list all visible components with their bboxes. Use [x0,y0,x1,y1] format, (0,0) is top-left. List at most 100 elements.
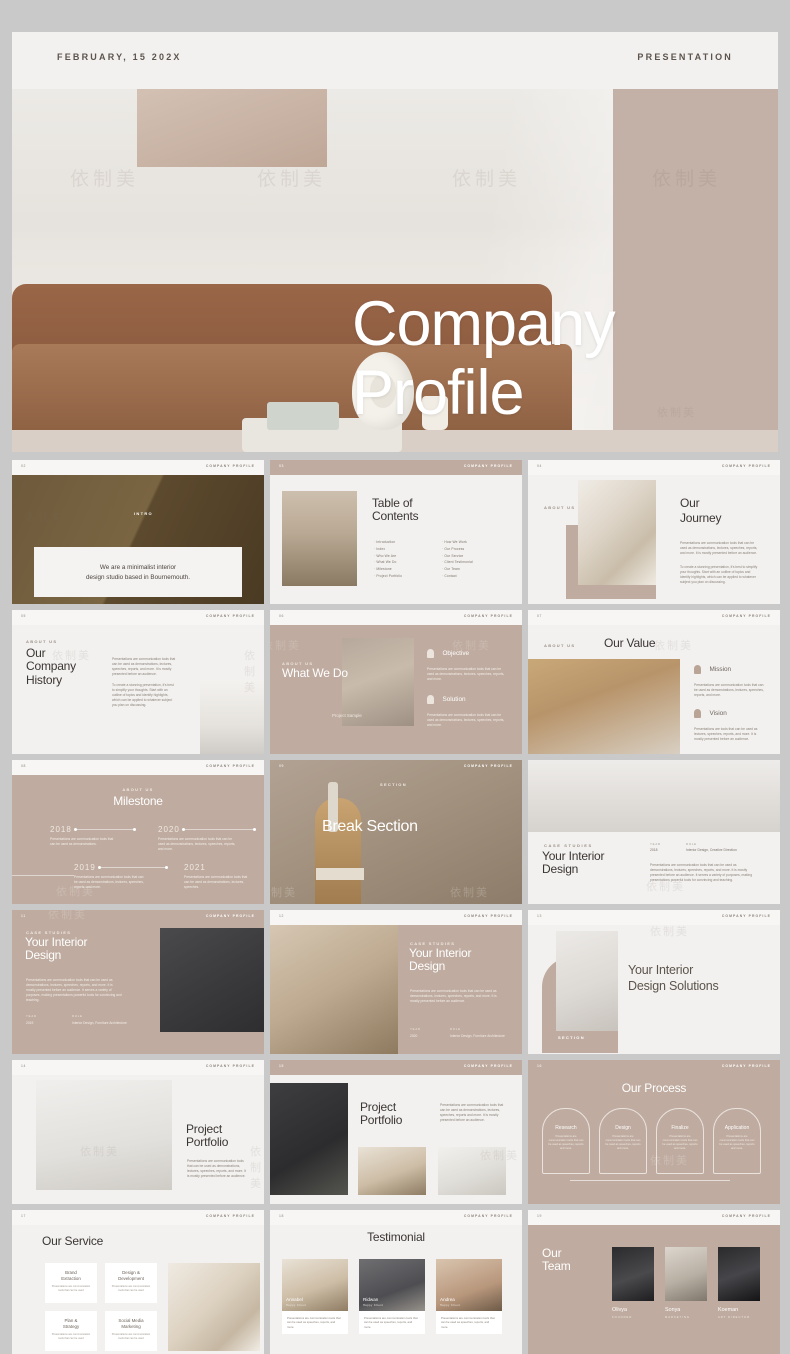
slide-number: 18 [279,1214,284,1218]
solutions-title: Your Interior Design Solutions [628,963,719,993]
case-study-photo [528,760,780,832]
slide-thumb-our-value[interactable]: 07 COMPANY PROFILE ABOUT US Our Value Mi… [528,610,780,754]
service-card-text: Presentations are communication tools th… [51,1285,91,1292]
service-name-line1: Brand [65,1270,77,1275]
slide-thumb-our-team[interactable]: 19 COMPANY PROFILE Our Team Olivya FOUND… [528,1210,780,1354]
year-label: YEAR [410,1027,421,1031]
slide-topbar: 04 COMPANY PROFILE [528,460,780,475]
toc-item[interactable]: Project Portfolio [374,573,440,580]
slide-number: 06 [279,614,284,618]
service-card[interactable]: Social Media Marketing Presentations are… [105,1311,157,1351]
slide-thumb-what-we-do[interactable]: 06 COMPANY PROFILE ABOUT US What We Do P… [270,610,522,754]
team-member[interactable]: Koeman ART DIRECTOR [718,1247,760,1319]
milestone-text: Presentations are communication tools th… [158,837,236,852]
solution-block: Solution Presentations are communication… [427,691,505,728]
portfolio-thumb [438,1147,506,1195]
case-study-para: Presentations are communication tools th… [26,978,122,1003]
toc-list-right[interactable]: How We Work Our Process Our Service Clie… [442,539,514,580]
team-member[interactable]: Sonya MARKETING [665,1247,707,1319]
toc-item[interactable]: How We Work [442,539,514,546]
service-card[interactable]: Design & Development Presentations are c… [105,1263,157,1303]
toc-item[interactable]: Client Testimonial [442,559,514,566]
process-step: Design Presentations are communication t… [599,1108,647,1174]
journey-title: Our Journey [680,496,722,526]
slide-thumb-testimonial[interactable]: 18 COMPANY PROFILE Testimonial Annabel H… [270,1210,522,1354]
cover-date: FEBRUARY, 15 202X [57,52,182,62]
slide-topbar: 16 COMPANY PROFILE [528,1060,780,1075]
case-study-year: YEAR 2020 [410,1027,421,1038]
slide-number: 15 [279,1064,284,1068]
slide-brand: COMPANY PROFILE [205,1214,255,1218]
slide-thumb-our-service[interactable]: 17 COMPANY PROFILE Our Service Brand Ext… [12,1210,264,1354]
slide-thumb-project-portfolio-1[interactable]: 14 COMPANY PROFILE Project Portfolio Pre… [12,1060,264,1204]
testimonial-card[interactable]: Andrea Happy Client Presentations are co… [436,1259,502,1335]
history-title: Our Company History [26,646,76,687]
testimonial-role: Happy Client [440,1304,461,1307]
journey-title-line1: Our [680,496,700,510]
vision-icon [694,709,701,719]
slide-number: 17 [21,1214,26,1218]
slide-number: 19 [537,1214,542,1218]
mission-text: Presentations are communication tools th… [694,683,764,698]
slide-thumb-intro[interactable]: 02 COMPANY PROFILE INTRO We are a minima… [12,460,264,604]
toc-item[interactable]: Contact [442,573,514,580]
journey-eyebrow: ABOUT US [544,505,576,510]
slide-thumb-case-study-1[interactable]: 10 COMPANY PROFILE CASE STUDIES Your Int… [528,760,780,904]
books-shape [316,868,364,880]
service-card[interactable]: Brand Extraction Presentations are commu… [45,1263,97,1303]
slide-number: 09 [279,764,284,768]
objective-block: Objective Presentations are communicatio… [427,645,505,682]
team-member-photo [718,1247,760,1301]
slide-topbar: 02 COMPANY PROFILE [12,460,264,475]
service-card-title: Social Media Marketing [109,1318,153,1329]
slide-brand: COMPANY PROFILE [463,1214,513,1218]
slide-topbar: 17 COMPANY PROFILE [12,1210,264,1225]
slide-thumb-project-portfolio-2[interactable]: 15 COMPANY PROFILE Project Portfolio Pre… [270,1060,522,1204]
team-member[interactable]: Olivya FOUNDER [612,1247,654,1319]
slide-thumb-company-history[interactable]: 05 COMPANY PROFILE ABOUT US Our Company … [12,610,264,754]
slide-thumb-design-solutions[interactable]: 13 COMPANY PROFILE Your Interior Design … [528,910,780,1054]
solutions-photo [556,931,618,1031]
toc-item[interactable]: Who We Are [374,553,440,560]
service-card[interactable]: Plan & Strategy Presentations are commun… [45,1311,97,1351]
service-card-title: Design & Development [109,1270,153,1281]
slide-thumb-milestone[interactable]: 08 COMPANY PROFILE ABOUT US Milestone 20… [12,760,264,904]
slide-thumb-case-study-3[interactable]: 12 COMPANY PROFILE CASE STUDIES Your Int… [270,910,522,1054]
team-member-name: Olivya [612,1307,627,1313]
toc-list-left[interactable]: Introduction Index Who We Are What We Do… [374,539,440,580]
process-step-name: Application [724,1125,750,1131]
toc-item[interactable]: Index [374,546,440,553]
what-we-do-caption: Project Sample [332,713,362,718]
toc-title-line1: Table of [372,496,413,510]
toc-item[interactable]: Milestone [374,566,440,573]
testimonial-card[interactable]: Ridwan Happy Client Presentations are co… [359,1259,425,1335]
toc-item[interactable]: What We Do [374,559,440,566]
slide-thumb-case-study-2[interactable]: 11 COMPANY PROFILE CASE STUDIES Your Int… [12,910,264,1054]
slide-thumb-our-process[interactable]: 16 COMPANY PROFILE Our Process Research … [528,1060,780,1204]
journey-title-line2: Journey [680,511,722,526]
slide-brand: COMPANY PROFILE [463,764,513,768]
watermark: 依制美 [257,168,327,190]
slide-thumb-break-section[interactable]: 09 COMPANY PROFILE SECTION Break Section… [270,760,522,904]
toc-item[interactable]: Our Process [442,546,514,553]
service-card-text: Presentations are communication tools th… [51,1333,91,1340]
slide-body: Our Team Olivya FOUNDER Sonya MARKETING [528,1225,780,1354]
cover-title-line2: Profile [352,358,525,429]
intro-eyebrow: INTRO [134,511,153,516]
solution-icon [427,695,434,705]
toc-item[interactable]: Our Team [442,566,514,573]
testimonial-card[interactable]: Annabel Happy Client Presentations are c… [282,1259,348,1335]
process-step-text: Presentations are communication tools th… [548,1135,584,1151]
toc-item[interactable]: Our Service [442,553,514,560]
service-name-line2: Extraction [61,1275,81,1281]
service-name-line1: Social Media [118,1318,144,1323]
book-stack [267,402,339,430]
toc-item[interactable]: Introduction [374,539,440,546]
case-study-title-line1: Your Interior [25,935,88,949]
slide-brand: COMPANY PROFILE [463,1064,513,1068]
slide-thumb-our-journey[interactable]: 04 COMPANY PROFILE ABOUT US Our Journey … [528,460,780,604]
intro-quote-line2: design studio based in Bournemouth. [86,573,190,581]
slide-thumb-table-of-contents[interactable]: 03 COMPANY PROFILE Table of Contents Int… [270,460,522,604]
cover-slide[interactable]: FEBRUARY, 15 202X PRESENTATION 依制美 依制美 依… [12,32,778,452]
value-photo [528,659,680,754]
